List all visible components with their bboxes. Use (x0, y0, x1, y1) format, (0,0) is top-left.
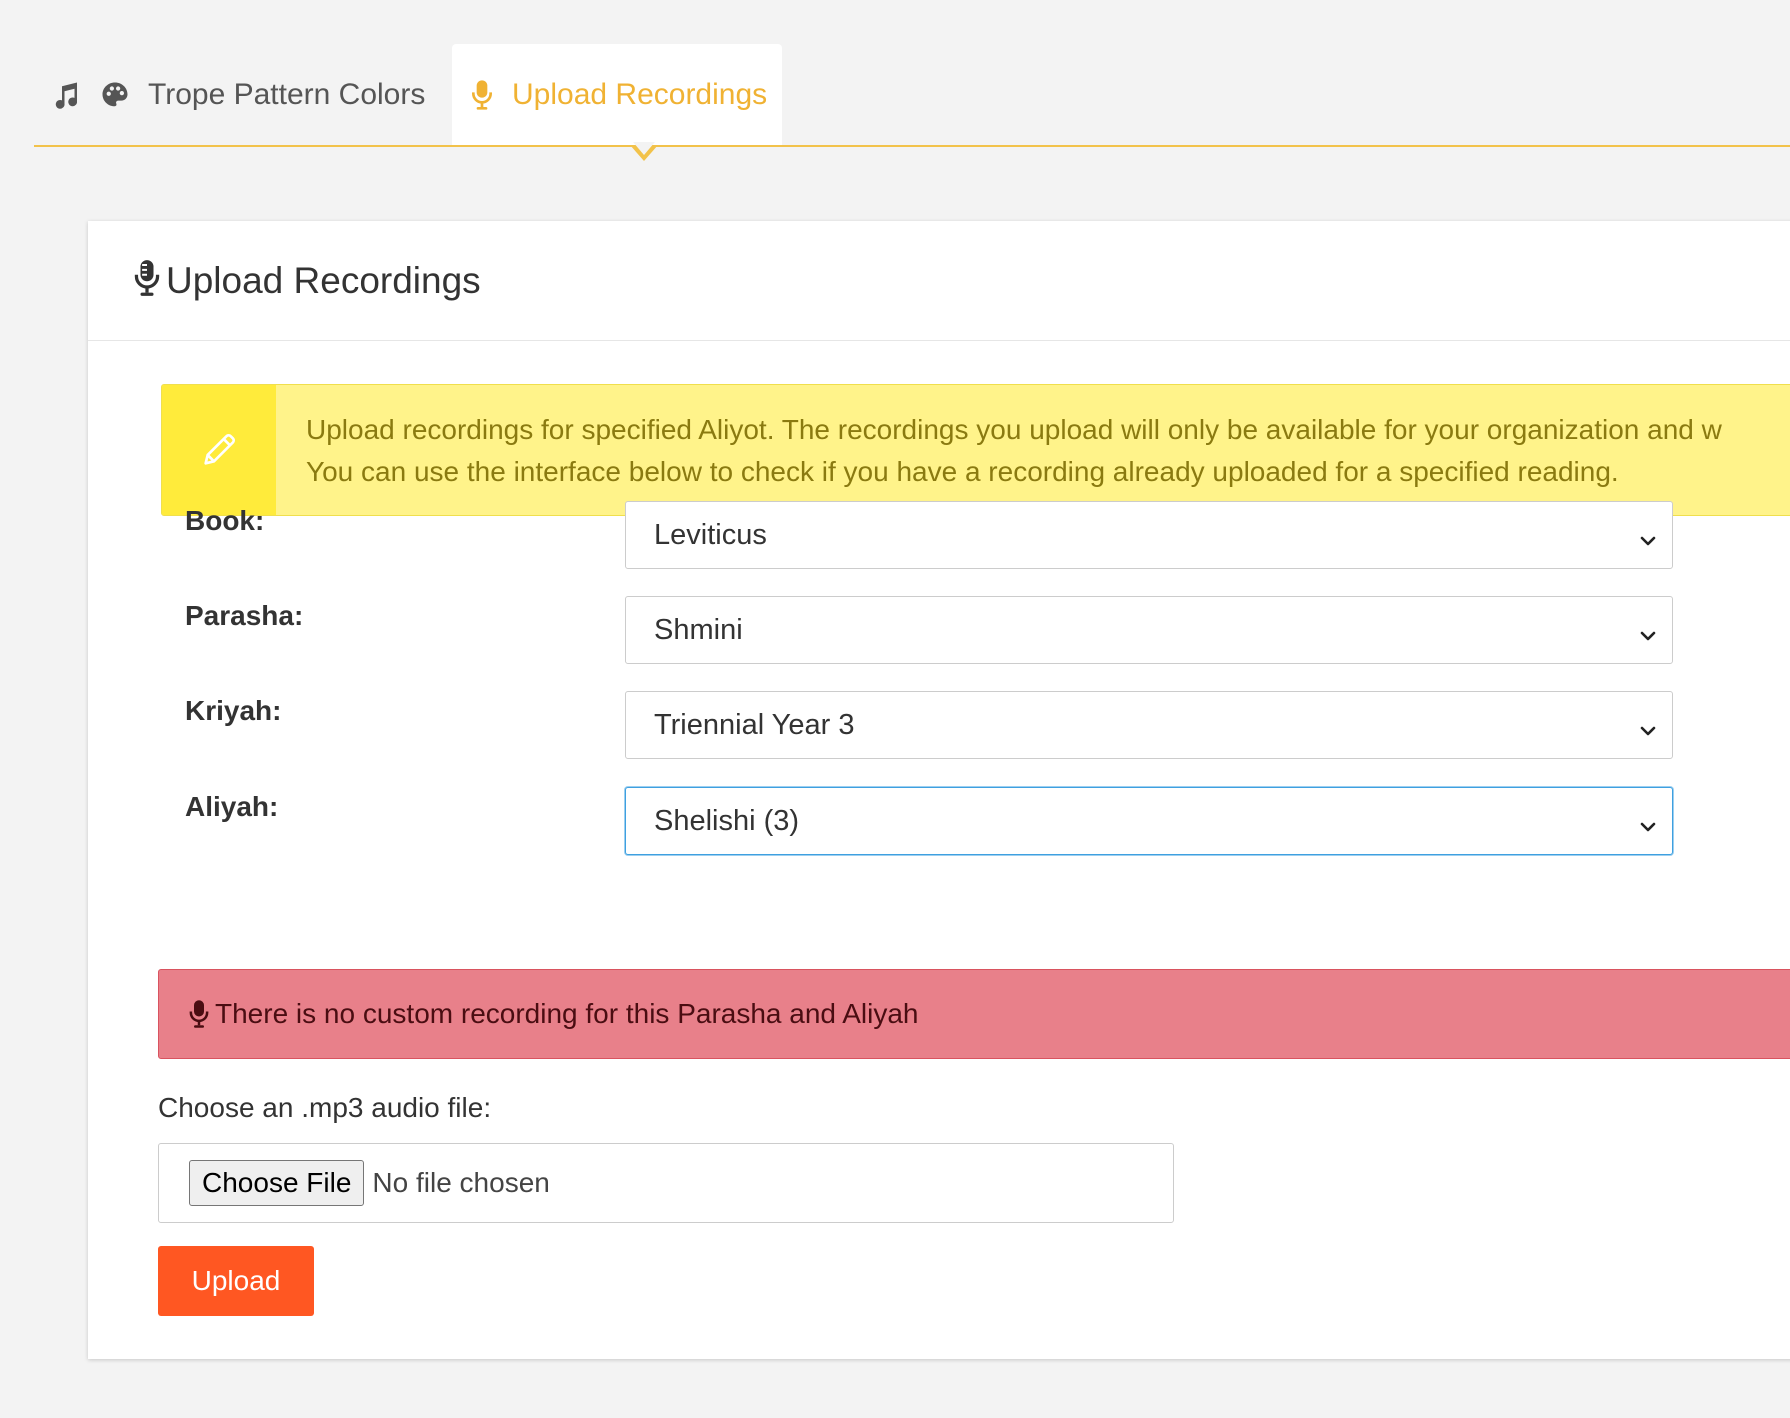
music-note-icon (52, 80, 82, 110)
book-row: Book: Leviticus (185, 501, 1765, 569)
tab-trope-pattern-colors[interactable]: Trope Pattern Colors (52, 44, 425, 146)
kriyah-select-value: Triennial Year 3 (654, 708, 855, 741)
book-select-value: Leviticus (654, 518, 767, 551)
upload-button[interactable]: Upload (158, 1246, 314, 1316)
tab-label: Upload Recordings (512, 78, 768, 111)
aliyah-select[interactable]: Shelishi (3) (625, 787, 1673, 855)
chevron-down-icon (1638, 812, 1658, 845)
info-line-1: Upload recordings for specified Aliyot. … (306, 414, 1722, 445)
file-label: Choose an .mp3 audio file: (158, 1092, 492, 1123)
tab-bar: Trope Pattern Colors Upload Recordings (34, 0, 1790, 161)
alert-text: There is no custom recording for this Pa… (215, 998, 919, 1029)
book-select[interactable]: Leviticus (625, 501, 1673, 569)
microphone-icon (470, 79, 494, 111)
microphone-icon (189, 999, 209, 1029)
parasha-row: Parasha: Shmini (185, 596, 1765, 664)
tab-underline (34, 145, 1790, 147)
chevron-down-icon (1638, 716, 1658, 749)
kriyah-label: Kriyah: (185, 695, 282, 726)
page-title: Upload Recordings (166, 259, 481, 301)
aliyah-label: Aliyah: (185, 791, 279, 822)
palette-icon (100, 80, 130, 110)
kriyah-row: Kriyah: Triennial Year 3 (185, 691, 1765, 759)
active-tab-caret (630, 142, 658, 161)
parasha-select[interactable]: Shmini (625, 596, 1673, 664)
parasha-select-value: Shmini (654, 613, 743, 646)
aliyah-select-value: Shelishi (3) (654, 804, 800, 837)
microphone-icon (134, 258, 160, 303)
kriyah-select[interactable]: Triennial Year 3 (625, 691, 1673, 759)
chevron-down-icon (1638, 621, 1658, 654)
tab-upload-recordings[interactable]: Upload Recordings (452, 44, 782, 146)
info-line-2: You can use the interface below to check… (306, 456, 1619, 487)
file-input[interactable]: Choose File No file chosen (158, 1143, 1174, 1223)
info-callout: Upload recordings for specified Aliyot. … (161, 384, 1790, 516)
book-label: Book: (185, 505, 265, 536)
card-header: Upload Recordings (88, 221, 1790, 341)
tab-label: Trope Pattern Colors (148, 78, 426, 111)
aliyah-row: Aliyah: Shelishi (3) (185, 787, 1765, 855)
chevron-down-icon (1638, 526, 1658, 559)
file-status: No file chosen (372, 1167, 550, 1198)
upload-card: Upload Recordings Upload recordings for … (88, 221, 1790, 1359)
no-recording-alert: There is no custom recording for this Pa… (158, 969, 1790, 1059)
pencil-icon (162, 385, 276, 515)
choose-file-button[interactable]: Choose File (189, 1160, 365, 1206)
parasha-label: Parasha: (185, 600, 304, 631)
